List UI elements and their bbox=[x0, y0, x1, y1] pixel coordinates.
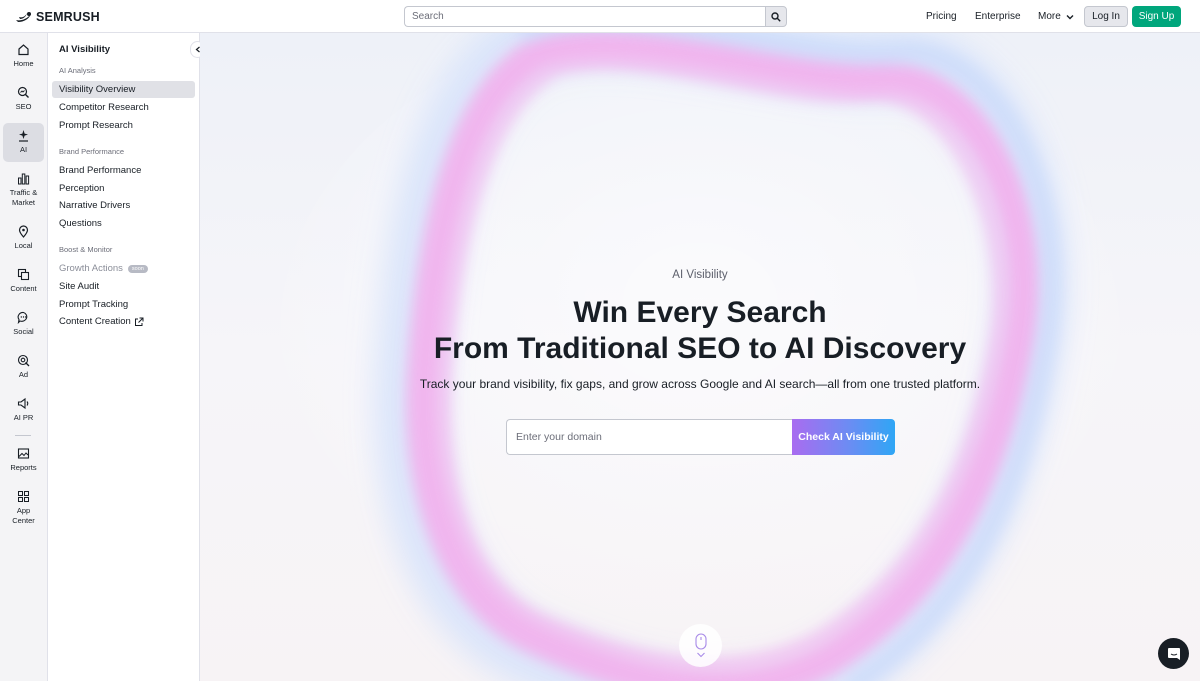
chat-icon bbox=[1167, 647, 1180, 660]
hero-eyebrow: AI Visibility bbox=[672, 269, 728, 281]
bar-chart-icon bbox=[18, 173, 30, 185]
sidebar-item-label: Site Audit bbox=[59, 281, 100, 292]
semrush-logo[interactable]: SEMRUSH bbox=[15, 9, 100, 25]
global-search bbox=[404, 6, 787, 27]
rail-item-reports[interactable]: Reports bbox=[3, 441, 44, 479]
sidebar-group-brand-performance: Brand Performance bbox=[59, 147, 125, 156]
sidebar-item-label: Content Creation bbox=[59, 316, 131, 327]
sidebar-item-label: Visibility Overview bbox=[59, 84, 136, 95]
sidebar-item-questions[interactable]: Questions bbox=[52, 215, 195, 232]
search-button[interactable] bbox=[765, 6, 787, 27]
hero-title: Win Every Search From Traditional SEO to… bbox=[200, 295, 1200, 367]
mouse-scroll-icon bbox=[694, 632, 707, 657]
sidebar-item-site-audit[interactable]: Site Audit bbox=[52, 278, 195, 295]
domain-input[interactable] bbox=[506, 419, 792, 455]
seo-search-icon bbox=[17, 86, 29, 98]
sidebar-item-prompt-research[interactable]: Prompt Research bbox=[52, 117, 195, 134]
rail-item-home[interactable]: Home bbox=[3, 37, 44, 75]
sidebar-group-ai-analysis: AI Analysis bbox=[59, 66, 96, 75]
nav-more-menu[interactable]: More bbox=[1038, 11, 1074, 22]
sidebar-item-label: Brand Performance bbox=[59, 165, 142, 176]
rail-label: AI bbox=[19, 145, 28, 154]
hero-subtitle: Track your brand visibility, fix gaps, a… bbox=[419, 377, 981, 391]
rail-label: SEO bbox=[15, 102, 32, 111]
top-bar: SEMRUSH Pricing Enterprise More Log In S… bbox=[0, 0, 1200, 33]
nav-pricing-link[interactable]: Pricing bbox=[926, 11, 957, 22]
rail-item-traffic-market[interactable]: Traffic & Market bbox=[3, 166, 44, 210]
rail-label: Social bbox=[13, 327, 34, 336]
rail-divider bbox=[15, 435, 31, 436]
sidebar-item-perception[interactable]: Perception bbox=[52, 180, 195, 197]
rail-item-app-center[interactable]: App Center bbox=[3, 484, 44, 528]
sidebar-item-narrative-drivers[interactable]: Narrative Drivers bbox=[52, 197, 195, 214]
nav-enterprise-link[interactable]: Enterprise bbox=[975, 11, 1021, 22]
sidebar-item-label: Prompt Research bbox=[59, 120, 133, 131]
sidebar-item-label: Growth Actions bbox=[59, 263, 123, 274]
support-chat-button[interactable] bbox=[1158, 638, 1189, 669]
rail-label: Reports bbox=[10, 463, 37, 472]
sidebar-item-label: Perception bbox=[59, 183, 105, 194]
sidebar-item-label: Questions bbox=[59, 218, 102, 229]
sidebar-item-label: Competitor Research bbox=[59, 102, 149, 113]
megaphone-icon bbox=[17, 397, 29, 410]
check-ai-visibility-button[interactable]: Check AI Visibility bbox=[792, 419, 895, 455]
search-input[interactable] bbox=[404, 6, 765, 27]
rail-item-social[interactable]: Social bbox=[3, 305, 44, 343]
sidebar-item-competitor-research[interactable]: Competitor Research bbox=[52, 99, 195, 116]
rail-label-line2: Market bbox=[12, 198, 35, 207]
rail-item-ad[interactable]: Ad bbox=[3, 348, 44, 386]
scroll-down-hint[interactable] bbox=[679, 624, 722, 667]
sidebar-item-label: Narrative Drivers bbox=[59, 200, 131, 211]
nav-more-label: More bbox=[1038, 11, 1061, 22]
signup-button[interactable]: Sign Up bbox=[1132, 6, 1181, 27]
home-icon bbox=[18, 44, 29, 56]
rail-item-ai[interactable]: AI bbox=[3, 123, 44, 162]
hero-section: AI Visibility Win Every Search From Trad… bbox=[200, 33, 1200, 681]
sidebar-item-brand-performance[interactable]: Brand Performance bbox=[52, 162, 195, 179]
sidebar-group-boost-monitor: Boost & Monitor bbox=[59, 245, 113, 254]
domain-check-form: Check AI Visibility bbox=[506, 419, 895, 455]
rail-item-ai-pr[interactable]: AI PR bbox=[3, 391, 44, 429]
sidebar-item-growth-actions: Growth Actions soon bbox=[52, 260, 195, 277]
hero-title-line1: Win Every Search bbox=[573, 296, 827, 329]
semrush-flame-icon bbox=[16, 12, 31, 22]
chevron-down-icon bbox=[1066, 14, 1074, 19]
login-button[interactable]: Log In bbox=[1084, 6, 1128, 27]
sidebar-item-prompt-tracking[interactable]: Prompt Tracking bbox=[52, 296, 195, 313]
search-icon bbox=[771, 11, 781, 22]
image-report-icon bbox=[17, 448, 30, 459]
grid-apps-icon bbox=[18, 491, 29, 502]
chat-bubble-icon bbox=[17, 311, 28, 324]
rail-item-local[interactable]: Local bbox=[3, 219, 44, 257]
rail-label: Local bbox=[14, 241, 33, 250]
sidebar-title: AI Visibility bbox=[59, 44, 111, 55]
hero-title-line2: From Traditional SEO to AI Discovery bbox=[433, 332, 967, 365]
rail-label: Traffic & bbox=[9, 188, 38, 197]
rail-label: AI PR bbox=[13, 413, 34, 422]
rail-label: Home bbox=[13, 59, 34, 68]
sidebar-item-visibility-overview[interactable]: Visibility Overview bbox=[52, 81, 195, 98]
rail-label-line2: Center bbox=[12, 516, 35, 525]
external-link-icon bbox=[134, 317, 144, 326]
rail-item-seo[interactable]: SEO bbox=[3, 80, 44, 118]
logo-text: SEMRUSH bbox=[36, 10, 100, 24]
rail-label: Content bbox=[10, 284, 37, 293]
sidebar-item-content-creation[interactable]: Content Creation bbox=[52, 313, 195, 330]
left-rail: Home SEO AI Traffic & Market Local Conte… bbox=[0, 33, 48, 681]
content-copy-icon bbox=[17, 268, 30, 281]
location-pin-icon bbox=[18, 225, 29, 238]
rail-item-content[interactable]: Content bbox=[3, 262, 44, 300]
soon-badge: soon bbox=[127, 264, 148, 273]
ad-target-icon bbox=[17, 354, 30, 367]
ai-visibility-sidebar: AI Visibility AI Analysis Visibility Ove… bbox=[48, 33, 205, 681]
rail-label: Ad bbox=[18, 370, 29, 379]
rail-label: App bbox=[16, 506, 31, 515]
ai-sparkle-icon bbox=[19, 130, 28, 142]
sidebar-item-label: Prompt Tracking bbox=[59, 299, 129, 310]
